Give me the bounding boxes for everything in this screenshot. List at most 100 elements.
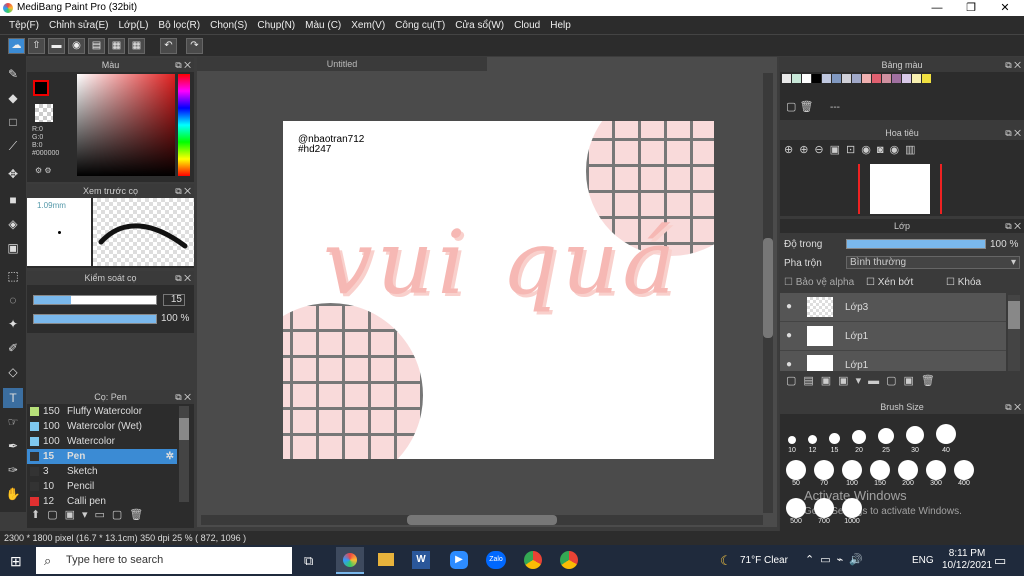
chrome-icon[interactable] xyxy=(524,551,542,569)
brush-size-option[interactable]: 300 xyxy=(926,460,946,487)
eyedropper-icon[interactable]: ✒ xyxy=(3,436,23,456)
select-tool-icon[interactable]: ⬚ xyxy=(3,266,23,286)
palette-swatch[interactable] xyxy=(872,74,881,83)
layer-row[interactable]: ● Lớp3 xyxy=(780,293,1006,322)
document-tab[interactable]: Untitled xyxy=(197,57,487,71)
layer-opacity-slider[interactable] xyxy=(846,239,986,249)
menu-color[interactable]: Màu (C) xyxy=(300,20,346,31)
task-view-icon[interactable]: ⧉ xyxy=(304,553,313,569)
brush-list-scrollbar[interactable] xyxy=(179,406,189,502)
panel-close-icon[interactable]: ⧉ ✕ xyxy=(175,184,191,198)
comment-icon[interactable]: ▬ xyxy=(48,38,65,54)
palette-swatch[interactable] xyxy=(862,74,871,83)
menu-layer[interactable]: Lớp(L) xyxy=(114,20,154,31)
brush-size-option[interactable]: 30 xyxy=(906,426,924,454)
grid-icon[interactable]: ▦ xyxy=(128,38,145,54)
brush-size-option[interactable]: 150 xyxy=(870,460,890,487)
hue-slider[interactable] xyxy=(178,74,190,176)
brush-size-slider[interactable] xyxy=(33,295,157,305)
cloud-icon[interactable]: ☁ xyxy=(8,38,25,54)
weather-text[interactable]: 71°F Clear xyxy=(740,555,788,566)
brush-size-option[interactable]: 25 xyxy=(878,428,894,454)
eraser-tool-icon[interactable]: ◆ xyxy=(3,88,23,108)
panel-close-icon[interactable]: ⧉ ✕ xyxy=(175,271,191,285)
gradient-tool-icon[interactable]: ▣ xyxy=(3,238,23,258)
brush-item[interactable]: 150 Fluffy Watercolor xyxy=(27,404,177,419)
navigator-zoom-buttons[interactable]: ⊕⊕⊖▣⊡◉◙◉▥ xyxy=(784,143,922,156)
brush-item[interactable]: 10 Pencil xyxy=(27,479,177,494)
palette-swatch[interactable] xyxy=(832,74,841,83)
page-icon[interactable]: ▤ xyxy=(88,38,105,54)
color-saturation-field[interactable] xyxy=(77,74,175,176)
layer-row[interactable]: ● Lớp1 xyxy=(780,351,1006,371)
hand-tool-icon[interactable]: ✋ xyxy=(3,484,23,504)
palette-swatch[interactable] xyxy=(842,74,851,83)
redo-icon[interactable]: ↷ xyxy=(186,38,203,54)
layout-icon[interactable]: ▦ xyxy=(108,38,125,54)
panel-close-icon[interactable]: ⧉ ✕ xyxy=(175,390,191,404)
document-canvas[interactable]: @nbaotran712 #hd247 vui quá xyxy=(283,121,714,459)
brush-size-option[interactable]: 15 xyxy=(829,433,840,454)
palette-swatch[interactable] xyxy=(922,74,931,83)
notification-icon[interactable]: ▭ xyxy=(994,553,1006,569)
maximize-button[interactable]: ❐ xyxy=(954,0,988,16)
palette-actions[interactable]: ▢ 🗑 xyxy=(786,100,813,113)
select-eraser-icon[interactable]: ◇ xyxy=(3,362,23,382)
blend-mode-select[interactable]: Bình thường ▾ xyxy=(846,256,1020,269)
line-tool-icon[interactable]: ⟋ xyxy=(3,136,23,156)
chat-icon[interactable]: ◉ xyxy=(68,38,85,54)
share-icon[interactable]: ⇧ xyxy=(28,38,45,54)
medibang-taskbar-icon[interactable] xyxy=(336,547,364,574)
brush-size-option[interactable]: 500 xyxy=(786,498,806,525)
brush-opacity-slider[interactable] xyxy=(33,314,157,324)
brush-size-option[interactable]: 12 xyxy=(808,435,817,454)
clipping-checkbox[interactable]: ☐ Xén bớt xyxy=(866,277,913,288)
palette-swatch[interactable] xyxy=(802,74,811,83)
palette-swatch[interactable] xyxy=(912,74,921,83)
menu-window[interactable]: Cửa sổ(W) xyxy=(450,20,509,31)
layer-actions[interactable]: ▢▤▣▣▾▬▢▣🗑 xyxy=(786,374,942,387)
brush-item[interactable]: 100 Watercolor xyxy=(27,434,177,449)
primary-color-swatch[interactable] xyxy=(33,80,49,96)
brush-item[interactable]: 12 Calli pen xyxy=(27,494,177,509)
palette-swatch[interactable] xyxy=(822,74,831,83)
lasso-tool-icon[interactable]: ◌ xyxy=(3,290,23,310)
palette-swatch[interactable] xyxy=(852,74,861,83)
chrome-profile-icon[interactable] xyxy=(560,551,578,569)
horizontal-scrollbar[interactable] xyxy=(201,515,763,525)
palette-swatch[interactable] xyxy=(882,74,891,83)
brush-size-option[interactable]: 20 xyxy=(852,430,866,454)
brush-size-option[interactable]: 400 xyxy=(954,460,974,487)
brush-size-option[interactable]: 50 xyxy=(786,460,806,487)
brush-list-actions[interactable]: ⬆▢▣▾▭▢🗑 xyxy=(31,508,150,521)
panel-close-icon[interactable]: ⧉ ✕ xyxy=(1005,58,1021,72)
brush-size-option[interactable]: 100 xyxy=(842,460,862,487)
brush-item-selected[interactable]: 15 Pen ✲ xyxy=(27,449,177,464)
bucket-tool-icon[interactable]: ◈ xyxy=(3,214,23,234)
brush-size-option[interactable]: 10 xyxy=(788,436,796,454)
panel-close-icon[interactable]: ⧉ ✕ xyxy=(1005,400,1021,414)
brush-size-option[interactable]: 200 xyxy=(898,460,918,487)
vertical-scrollbar[interactable] xyxy=(763,73,773,513)
panel-close-icon[interactable]: ⧉ ✕ xyxy=(1005,126,1021,140)
word-icon[interactable]: W xyxy=(412,551,430,569)
menu-select[interactable]: Chọn(S) xyxy=(205,20,252,31)
rectangle-tool-icon[interactable]: □ xyxy=(3,112,23,132)
transparent-swatch[interactable] xyxy=(35,104,53,122)
language-indicator[interactable]: ENG xyxy=(912,555,934,566)
select-pen-icon[interactable]: ✐ xyxy=(3,338,23,358)
fill-rect-tool-icon[interactable]: ■ xyxy=(3,190,23,210)
menu-file[interactable]: Tệp(F) xyxy=(4,20,44,31)
layer-row[interactable]: ● Lớp1 xyxy=(780,322,1006,351)
lock-checkbox[interactable]: ☐ Khóa xyxy=(946,277,981,288)
minimize-button[interactable]: — xyxy=(920,0,954,16)
brush-item[interactable]: 3 Sketch xyxy=(27,464,177,479)
brush-size-value[interactable]: 15 xyxy=(163,294,185,306)
palette-swatch[interactable] xyxy=(902,74,911,83)
brush-size-option[interactable]: 40 xyxy=(936,424,956,454)
zoom-icon[interactable]: ▶ xyxy=(450,551,468,569)
close-button[interactable]: ✕ xyxy=(988,0,1022,16)
operation-tool-icon[interactable]: ☞ xyxy=(3,412,23,432)
protect-alpha-checkbox[interactable]: ☐ Bảo vệ alpha xyxy=(784,277,854,288)
undo-icon[interactable]: ↶ xyxy=(160,38,177,54)
